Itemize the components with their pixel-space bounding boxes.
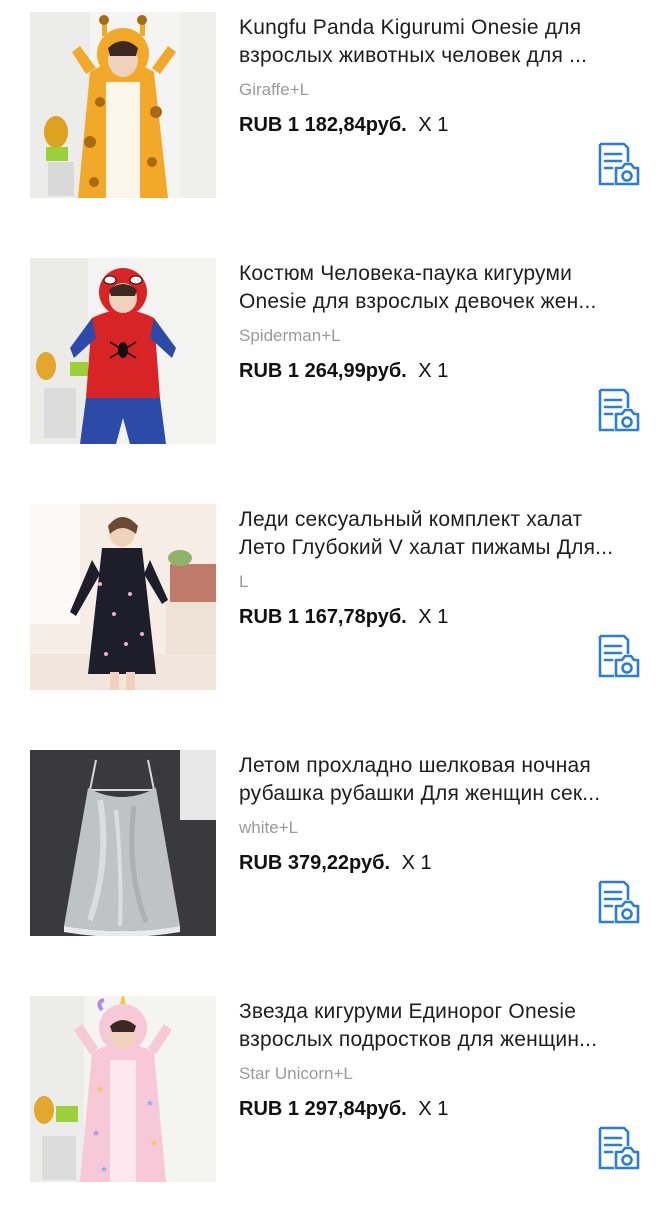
product-title[interactable]: Kungfu Panda Kigurumi Onesie для взрослы… <box>239 14 639 70</box>
add-photo-review-button[interactable] <box>594 1124 642 1172</box>
product-thumbnail[interactable] <box>30 504 216 690</box>
add-photo-review-button[interactable] <box>594 386 642 434</box>
product-title-line-1: Kungfu Panda Kigurumi Onesie для <box>239 16 582 39</box>
product-title[interactable]: Леди сексуальный комплект халат Лето Глу… <box>239 506 639 562</box>
product-title-line-2: Onesie для взрослых девочек жен... <box>239 290 597 313</box>
svg-text:★: ★ <box>92 1129 100 1139</box>
product-title[interactable]: Костюм Человека-паука кигуруми Onesie дл… <box>239 260 639 316</box>
product-price: RUB 379,22руб. <box>239 852 391 874</box>
price-row: RUB 1 182,84руб. X 1 <box>239 114 448 137</box>
product-thumbnail[interactable] <box>30 12 216 198</box>
silk-nightgown-photo <box>30 750 216 936</box>
svg-text:★: ★ <box>150 1139 158 1149</box>
product-title-line-2: рубашка рубашки Для женщин сек... <box>239 782 601 805</box>
photo-review-icon <box>598 1126 640 1170</box>
product-title-line-2: Лето Глубокий V халат пижамы Для... <box>239 536 614 559</box>
photo-review-icon <box>598 142 640 186</box>
product-title[interactable]: Звезда кигуруми Единорог Onesie взрослых… <box>239 998 639 1054</box>
product-variant: L <box>239 572 249 591</box>
product-quantity: X 1 <box>418 114 449 136</box>
product-price: RUB 1 182,84руб. <box>239 114 407 136</box>
add-photo-review-button[interactable] <box>594 140 642 188</box>
order-item[interactable]: ★ ★ ★ ★ ★ Звезда кигуруми Единорог Onesi… <box>0 984 671 1230</box>
product-title-line-1: Леди сексуальный комплект халат <box>239 508 583 531</box>
svg-text:★: ★ <box>146 1099 154 1109</box>
add-photo-review-button[interactable] <box>594 632 642 680</box>
product-title[interactable]: Летом прохладно шелковая ночная рубашка … <box>239 752 639 808</box>
product-thumbnail[interactable] <box>30 258 216 444</box>
product-variant: Star Unicorn+L <box>239 1064 353 1083</box>
robe-set-photo <box>30 504 216 690</box>
price-row: RUB 379,22руб. X 1 <box>239 852 432 875</box>
product-title-line-1: Звезда кигуруми Единорог Onesie <box>239 1000 577 1023</box>
product-quantity: X 1 <box>418 606 449 628</box>
price-row: RUB 1 264,99руб. X 1 <box>239 360 448 383</box>
product-quantity: X 1 <box>401 852 432 874</box>
photo-review-icon <box>598 388 640 432</box>
product-variant: Spiderman+L <box>239 326 341 345</box>
product-price: RUB 1 297,84руб. <box>239 1098 407 1120</box>
photo-review-icon <box>598 880 640 924</box>
product-title-line-2: взрослых животных человек для ... <box>239 44 588 67</box>
order-item[interactable]: Леди сексуальный комплект халат Лето Глу… <box>0 492 671 738</box>
product-thumbnail[interactable] <box>30 750 216 936</box>
product-price: RUB 1 167,78руб. <box>239 606 407 628</box>
product-quantity: X 1 <box>418 360 449 382</box>
order-item[interactable]: Летом прохладно шелковая ночная рубашка … <box>0 738 671 984</box>
svg-text:★: ★ <box>96 1085 104 1095</box>
price-row: RUB 1 297,84руб. X 1 <box>239 1098 448 1121</box>
giraffe-onesie-photo <box>30 12 216 198</box>
unicorn-onesie-photo: ★ ★ ★ ★ ★ <box>30 996 216 1182</box>
product-title-line-1: Костюм Человека-паука кигуруми <box>239 262 573 285</box>
order-item[interactable]: Kungfu Panda Kigurumi Onesie для взрослы… <box>0 0 671 246</box>
product-quantity: X 1 <box>418 1098 449 1120</box>
svg-text:★: ★ <box>100 1165 108 1175</box>
price-row: RUB 1 167,78руб. X 1 <box>239 606 448 629</box>
product-title-line-1: Летом прохладно шелковая ночная <box>239 754 591 777</box>
spiderman-onesie-photo <box>30 258 216 444</box>
add-photo-review-button[interactable] <box>594 878 642 926</box>
product-price: RUB 1 264,99руб. <box>239 360 407 382</box>
product-variant: Giraffe+L <box>239 80 310 99</box>
product-title-line-2: взрослых подростков для женщин... <box>239 1028 598 1051</box>
photo-review-icon <box>598 634 640 678</box>
order-item[interactable]: Костюм Человека-паука кигуруми Onesie дл… <box>0 246 671 492</box>
product-thumbnail[interactable]: ★ ★ ★ ★ ★ <box>30 996 216 1182</box>
product-variant: white+L <box>239 818 299 837</box>
